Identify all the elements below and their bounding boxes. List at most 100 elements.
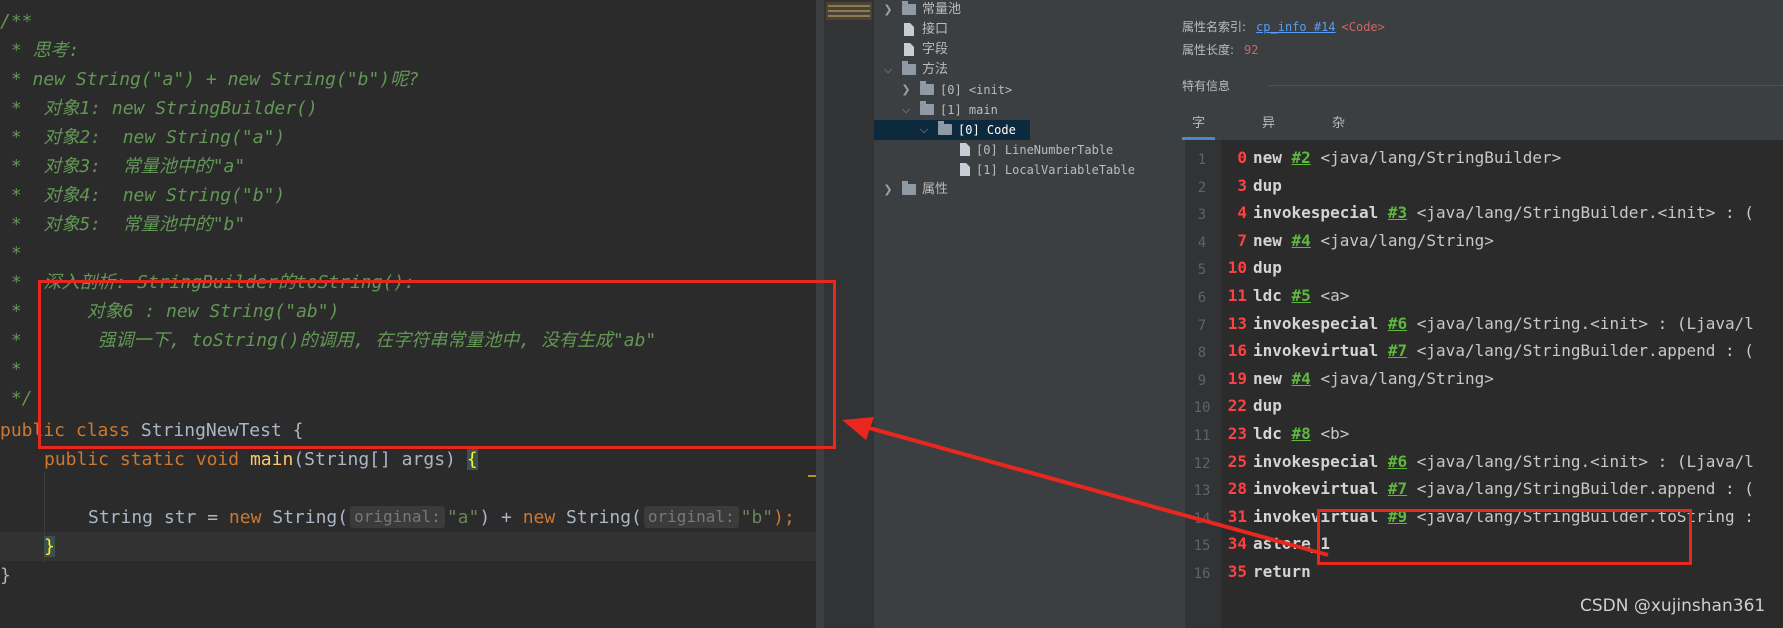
instruction-argument: <java/lang/String.<init> : (Ljava/l [1416, 451, 1754, 471]
line-number: 15 [1193, 538, 1211, 555]
opcode: dup [1253, 396, 1282, 416]
bytecode-line[interactable]: 8 16 invokevirtual #7 <java/lang/StringBui… [1185, 339, 1783, 363]
instruction-argument: <java/lang/String> [1320, 230, 1494, 250]
bytecode-line[interactable]: 13 28 invokevirtual #7 <java/lang/StringBu… [1185, 477, 1783, 501]
cp-info-link[interactable]: cp_info #14 [1256, 20, 1335, 34]
constant-pool-ref-link[interactable]: #3 [1388, 203, 1407, 222]
tree-item-method-init[interactable]: ❯ [0] <init> [874, 80, 1170, 100]
tree-item-label: [0] Code [958, 123, 1016, 137]
tree-item-label: 常量池 [922, 2, 962, 17]
line-number: 12 [1193, 455, 1211, 472]
folder-icon [902, 1, 916, 15]
comment-line: * 思考: [0, 40, 80, 61]
tree-item-label: 属性 [922, 182, 949, 197]
comment-line: * 对象3: 常量池中的"a" [0, 156, 246, 177]
folder-icon [902, 181, 916, 195]
opcode: new [1253, 368, 1282, 388]
bytecode-line[interactable]: 10 22 dup [1185, 394, 1783, 418]
folder-icon [902, 61, 916, 75]
divider [1268, 85, 1783, 86]
matched-brace: } [44, 536, 55, 557]
tree-item-interfaces[interactable]: 接口 [874, 20, 1170, 40]
tab-misc[interactable]: 杂项 [1322, 111, 1355, 157]
method-name: main [249, 449, 294, 470]
bytecode-line[interactable]: 4 7 new #4 <java/lang/String> [1185, 229, 1783, 253]
tab-exception-table[interactable]: 异常表 [1252, 111, 1285, 183]
chevron-right-icon[interactable]: ❯ [882, 180, 894, 200]
attribute-name-index-label: 属性名索引: [1182, 20, 1247, 34]
tree-item-constant-pool[interactable]: ❯ 常量池 [874, 0, 1170, 20]
bytecode-line[interactable]: 7 13 invokespecial #6 <java/lang/String.<i… [1185, 312, 1783, 336]
opcode: invokespecial [1253, 313, 1379, 333]
class-structure-tree[interactable]: ❯ 常量池 接口 字段 ⌵ 方法 ❯ [0] <init> ⌵ [1] main… [874, 0, 1170, 628]
parameter-hint: original: [643, 506, 739, 528]
attribute-name-index-row: 属性名索引: cp_info #14 <Code> [1182, 18, 1385, 35]
line-number: 6 [1197, 290, 1207, 306]
constant-pool-ref-link[interactable]: #7 [1388, 341, 1407, 360]
declaration: String str = [88, 507, 229, 528]
opcode: new [1253, 230, 1282, 250]
bytecode-instruction: dup [1253, 256, 1282, 280]
bytecode-line[interactable]: 2 3 dup [1185, 174, 1783, 198]
bytecode-instruction: invokespecial #6 <java/lang/String.<init… [1253, 312, 1754, 336]
line-number: 10 [1193, 400, 1211, 417]
constant-pool-ref-link[interactable]: #7 [1388, 479, 1407, 498]
tree-item-fields[interactable]: 字段 [874, 40, 1170, 60]
constant-pool-ref-link[interactable]: #6 [1388, 452, 1407, 471]
comment-line: * 对象2: new String("a") [0, 127, 286, 148]
tab-bytecode[interactable]: 字节码 [1182, 111, 1216, 183]
tree-item-attributes[interactable]: ❯ 属性 [874, 180, 1170, 200]
constant-pool-ref-link[interactable]: #4 [1292, 369, 1311, 388]
file-icon [960, 143, 970, 156]
bytecode-offset: 0 [1237, 148, 1247, 167]
bytecode-line[interactable]: 1 0 new #2 <java/lang/StringBuilder> [1185, 146, 1783, 170]
error-stripe-marker[interactable] [808, 475, 816, 477]
tree-item-code[interactable]: ⌵ [0] Code [874, 120, 1030, 140]
folder-icon [920, 81, 934, 95]
opcode: ldc [1253, 424, 1282, 443]
line-number: 8 [1197, 345, 1207, 362]
constant-pool-ref-link[interactable]: #8 [1292, 424, 1311, 443]
constant-pool-ref-link[interactable]: #5 [1292, 286, 1311, 305]
bytecode-offset: 11 [1227, 286, 1247, 305]
attribute-length-label: 属性长度: [1182, 43, 1235, 57]
bytecode-instruction: new #4 <java/lang/String> [1253, 367, 1494, 391]
bytecode-instruction: ldc #5 <a> [1253, 284, 1349, 308]
chevron-down-icon[interactable]: ⌵ [918, 120, 930, 140]
bytecode-offset: 16 [1227, 341, 1247, 361]
bytecode-offset: 35 [1227, 562, 1247, 581]
chevron-right-icon[interactable]: ❯ [900, 80, 912, 100]
chevron-down-icon[interactable]: ⌵ [882, 60, 894, 80]
constant-pool-ref-link[interactable]: #2 [1292, 148, 1311, 167]
chevron-right-icon[interactable]: ❯ [882, 0, 894, 20]
constant-pool-ref-link[interactable]: #4 [1292, 231, 1311, 250]
specific-info-label: 特有信息 [1182, 79, 1231, 93]
instruction-argument: <b> [1320, 424, 1350, 443]
comment-line: * 对象4: new String("b") [0, 185, 286, 206]
bytecode-line[interactable]: 6 11 ldc #5 <a> [1185, 284, 1783, 308]
opcode: invokevirtual [1253, 479, 1379, 499]
tree-item-method-main[interactable]: ⌵ [1] main [874, 100, 1170, 120]
bytecode-line[interactable]: 3 4 invokespecial #3 <java/lang/StringBuil… [1185, 201, 1783, 225]
minimap-thumb[interactable] [826, 2, 872, 20]
annotation-box-tostring [1317, 509, 1692, 565]
attribute-name-tag: <Code> [1341, 20, 1385, 34]
bytecode-line[interactable]: 5 10 dup [1185, 256, 1783, 280]
bytecode-offset: 31 [1227, 506, 1247, 526]
tree-item-label: [0] <init> [940, 83, 1013, 97]
file-icon [904, 23, 914, 36]
line-number: 1 [1197, 152, 1207, 168]
tree-item-methods[interactable]: ⌵ 方法 [874, 60, 1170, 80]
bytecode-line[interactable]: 9 19 new #4 <java/lang/String> [1185, 367, 1783, 391]
bytecode-line[interactable]: 12 25 invokespecial #6 <java/lang/String.<… [1185, 450, 1783, 474]
bytecode-line[interactable]: 11 23 ldc #8 <b> [1185, 422, 1783, 446]
bytecode-offset: 4 [1237, 203, 1247, 223]
instruction-argument: <java/lang/StringBuilder.append : ( [1416, 341, 1754, 361]
tree-item-local-variable-table[interactable]: [1] LocalVariableTable [874, 160, 1170, 180]
constant-pool-ref-link[interactable]: #6 [1388, 314, 1407, 333]
tree-item-line-number-table[interactable]: [0] LineNumberTable [874, 140, 1170, 160]
comment-line: /** [0, 11, 33, 32]
chevron-down-icon[interactable]: ⌵ [900, 100, 912, 120]
bytecode-instruction: dup [1253, 174, 1282, 198]
file-icon [960, 163, 970, 176]
